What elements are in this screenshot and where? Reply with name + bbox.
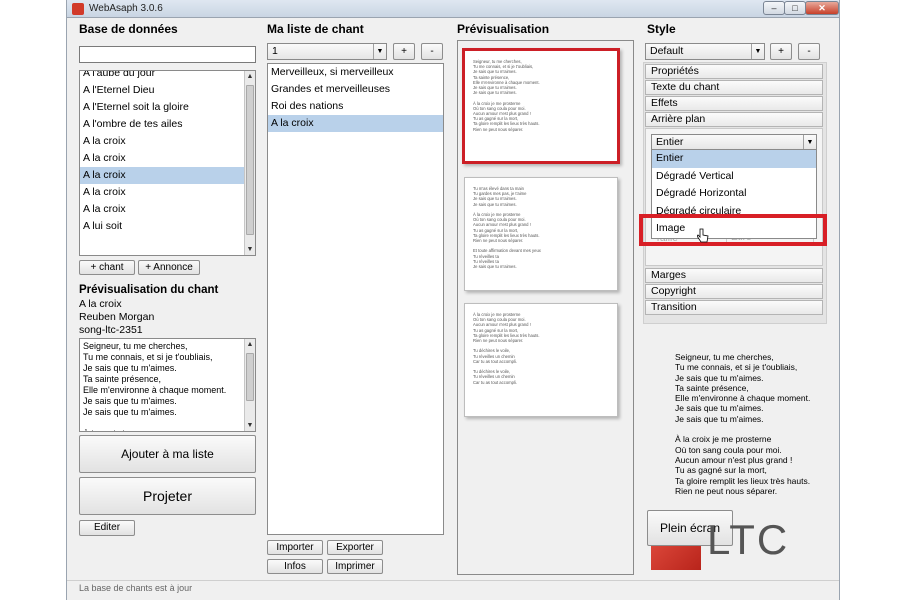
status-bar: La base de chants est à jour (67, 580, 839, 596)
style-section-background[interactable]: Arrière plan (645, 112, 823, 127)
slide-2-text: Tu m'as élevé dans ta main Tu gardes mes… (473, 186, 541, 270)
add-announce-button[interactable]: + Annonce (138, 260, 200, 275)
slide-3-text: À la croix je me prosterne Où ton sang c… (473, 312, 540, 385)
database-list-item[interactable]: A la croix (80, 201, 244, 218)
preview-header: Prévisualisation (457, 22, 550, 36)
my-list-box[interactable]: Merveilleux, si merveilleux Grandes et me… (267, 63, 444, 535)
dropdown-option[interactable]: Dégradé Vertical (652, 168, 816, 186)
dropdown-option[interactable]: Dégradé Horizontal (652, 185, 816, 203)
my-list-selector-value: 1 (272, 45, 278, 57)
slide-thumbnail-3[interactable]: À la croix je me prosterne Où ton sang c… (464, 303, 618, 417)
project-button[interactable]: Projeter (79, 477, 256, 515)
chevron-down-icon[interactable]: ▼ (803, 135, 816, 149)
background-type-selector[interactable]: Entier ▼ (651, 134, 817, 150)
my-list-item[interactable]: A la croix (268, 115, 443, 132)
database-list-item[interactable]: A l'aube du jour (80, 71, 244, 82)
song-lyrics-text: Seigneur, tu me cherches, Tu me connais,… (83, 341, 227, 431)
scroll-down-icon[interactable]: ▼ (245, 420, 255, 431)
print-button[interactable]: Imprimer (327, 559, 383, 574)
database-search-input[interactable] (79, 46, 256, 63)
database-header: Base de données (79, 22, 178, 36)
scroll-up-icon[interactable]: ▲ (245, 71, 255, 82)
minimize-button[interactable]: – (763, 1, 785, 15)
song-id: song-ltc-2351 (79, 324, 143, 336)
image-option-highlight (639, 214, 827, 246)
edit-button[interactable]: Editer (79, 520, 135, 536)
style-selector-value: Default (650, 45, 684, 57)
scroll-thumb[interactable] (246, 85, 254, 235)
database-list-item[interactable]: A la croix (80, 167, 244, 184)
database-list-item[interactable]: A l'ombre de tes ailes (80, 116, 244, 133)
scroll-up-icon[interactable]: ▲ (245, 339, 255, 350)
live-preview-text: Seigneur, tu me cherches, Tu me connais,… (675, 352, 811, 496)
my-list-item[interactable]: Merveilleux, si merveilleux (268, 64, 443, 81)
my-list-item[interactable]: Grandes et merveilleuses (268, 81, 443, 98)
song-lyrics-box[interactable]: Seigneur, tu me cherches, Tu me connais,… (79, 338, 256, 432)
lyrics-scrollbar[interactable]: ▲ ▼ (244, 339, 255, 431)
style-section-margins[interactable]: Marges (645, 268, 823, 283)
my-list-items: Merveilleux, si merveilleux Grandes et me… (268, 64, 443, 132)
add-song-button[interactable]: + chant (79, 260, 135, 275)
my-list-header: Ma liste de chant (267, 22, 364, 36)
chevron-down-icon[interactable]: ▼ (373, 44, 386, 59)
add-style-button[interactable]: + (770, 43, 792, 60)
database-list-item[interactable]: A l'Eternel Dieu (80, 82, 244, 99)
hand-cursor-icon (697, 228, 709, 243)
export-button[interactable]: Exporter (327, 540, 383, 555)
database-list[interactable]: A l'aube du jour A l'Eternel Dieu A l'Eter… (79, 70, 256, 256)
info-button[interactable]: Infos (267, 559, 323, 574)
database-items: A l'aube du jour A l'Eternel Dieu A l'Eter… (80, 71, 244, 235)
remove-list-button[interactable]: - (421, 43, 443, 60)
ltc-logo: LTC (707, 516, 790, 563)
scroll-thumb[interactable] (246, 353, 254, 401)
style-section-transition[interactable]: Transition (645, 300, 823, 315)
database-list-item[interactable]: A la croix (80, 184, 244, 201)
title-bar[interactable]: WebAsaph 3.0.6 – □ ✕ (67, 0, 839, 18)
database-list-item[interactable]: A l'Eternel soit la gloire (80, 99, 244, 116)
chevron-down-icon[interactable]: ▼ (751, 44, 764, 59)
slide-thumbnail-2[interactable]: Tu m'as élevé dans ta main Tu gardes mes… (464, 177, 618, 291)
database-scrollbar[interactable]: ▲ ▼ (244, 71, 255, 255)
style-header: Style (647, 22, 676, 36)
database-list-item[interactable]: A lui soit (80, 218, 244, 235)
import-button[interactable]: Importer (267, 540, 323, 555)
song-title: A la croix (79, 298, 122, 310)
style-section-properties[interactable]: Propriétés (645, 64, 823, 79)
database-list-item[interactable]: A la croix (80, 133, 244, 150)
style-section-copyright[interactable]: Copyright (645, 284, 823, 299)
app-window: WebAsaph 3.0.6 – □ ✕ Base de données A l… (66, 0, 840, 600)
song-preview-header: Prévisualisation du chant (79, 284, 219, 296)
style-section-effects[interactable]: Effets (645, 96, 823, 111)
background-type-value: Entier (656, 136, 684, 148)
dropdown-option[interactable]: Entier (652, 150, 816, 168)
close-button[interactable]: ✕ (805, 1, 839, 15)
preview-panel: Seigneur, tu me cherches, Tu me connais,… (457, 40, 634, 575)
window-title: WebAsaph 3.0.6 (89, 3, 163, 14)
app-logo-icon (72, 3, 84, 15)
slide-thumbnail-1[interactable]: Seigneur, tu me cherches, Tu me connais,… (462, 48, 620, 164)
scroll-down-icon[interactable]: ▼ (245, 244, 255, 255)
style-section-song-text[interactable]: Texte du chant (645, 80, 823, 95)
song-author: Reuben Morgan (79, 311, 155, 323)
add-to-list-button[interactable]: Ajouter à ma liste (79, 435, 256, 473)
add-list-button[interactable]: + (393, 43, 415, 60)
slide-1-text: Seigneur, tu me cherches, Tu me connais,… (473, 59, 540, 132)
database-list-item[interactable]: A la croix (80, 150, 244, 167)
my-list-selector[interactable]: 1 ▼ (267, 43, 387, 60)
maximize-button[interactable]: □ (784, 1, 806, 15)
style-selector[interactable]: Default ▼ (645, 43, 765, 60)
remove-style-button[interactable]: - (798, 43, 820, 60)
my-list-item[interactable]: Roi des nations (268, 98, 443, 115)
